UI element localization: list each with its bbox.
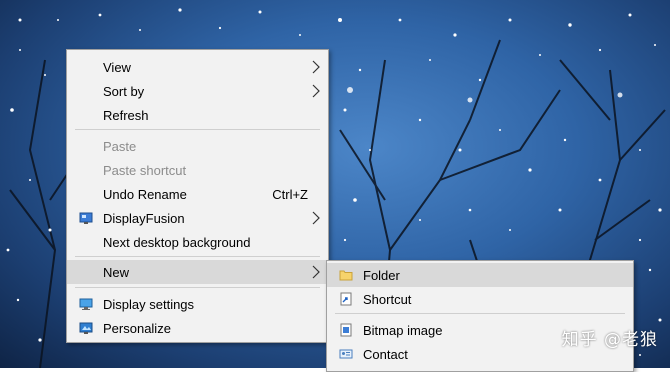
menu-item-label: Undo Rename (103, 186, 187, 202)
shortcut-icon (340, 292, 352, 306)
menu-item-paste-shortcut: Paste shortcut (67, 158, 328, 182)
chevron-right-icon (312, 60, 320, 74)
submenu-item-shortcut[interactable]: Shortcut (327, 287, 633, 311)
menu-separator (335, 313, 625, 314)
menu-item-paste: Paste (67, 134, 328, 158)
menu-item-label: DisplayFusion (103, 210, 185, 226)
menu-separator (75, 129, 320, 130)
menu-item-next-desktop-background[interactable]: Next desktop background (67, 230, 328, 254)
menu-item-label: Next desktop background (103, 234, 251, 250)
menu-item-label: Shortcut (363, 291, 412, 307)
chevron-right-icon (312, 211, 320, 225)
monitor-icon (79, 298, 93, 310)
keyboard-shortcut: Ctrl+Z (272, 186, 308, 202)
menu-item-label: Bitmap image (363, 322, 443, 338)
menu-item-label: Display settings (103, 296, 195, 312)
menu-item-label: Sort by (103, 83, 145, 99)
menu-item-display-settings[interactable]: Display settings (67, 292, 328, 316)
menu-item-label: Folder (363, 267, 400, 283)
new-submenu: Folder Shortcut Bitmap image Contact (326, 260, 634, 372)
desktop-context-menu: View Sort by Refresh Paste Paste shortcu… (66, 49, 329, 343)
menu-item-label: Refresh (103, 107, 149, 123)
menu-item-label: Paste shortcut (103, 162, 187, 178)
menu-item-sort-by[interactable]: Sort by (67, 79, 328, 103)
folder-icon (339, 270, 353, 281)
menu-item-label: View (103, 59, 131, 75)
menu-item-refresh[interactable]: Refresh (67, 103, 328, 127)
displayfusion-icon (79, 212, 93, 224)
submenu-item-folder[interactable]: Folder (327, 263, 633, 287)
watermark-text: 知乎 @老狼 (561, 330, 658, 350)
menu-item-label: Paste (103, 138, 137, 154)
contact-card-icon (339, 349, 353, 359)
menu-item-label: New (103, 264, 130, 280)
menu-item-personalize[interactable]: Personalize (67, 316, 328, 340)
bitmap-icon (340, 323, 352, 337)
menu-item-view[interactable]: View (67, 55, 328, 79)
menu-item-displayfusion[interactable]: DisplayFusion (67, 206, 328, 230)
menu-separator (75, 256, 320, 257)
menu-item-undo-rename[interactable]: Undo Rename Ctrl+Z (67, 182, 328, 206)
chevron-right-icon (312, 84, 320, 98)
menu-item-new[interactable]: New (67, 260, 328, 284)
menu-item-label: Personalize (103, 320, 171, 336)
personalize-icon (79, 322, 93, 334)
menu-separator (75, 287, 320, 288)
chevron-right-icon (312, 265, 320, 279)
menu-item-label: Contact (363, 346, 408, 362)
